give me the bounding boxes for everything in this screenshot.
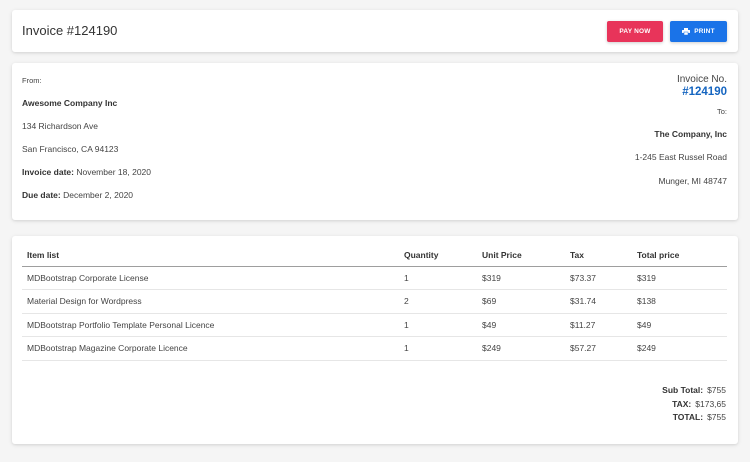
table-header-row: Item list Quantity Unit Price Tax Total … (22, 244, 727, 267)
total-label: TOTAL: (672, 412, 704, 422)
cell-item: Material Design for Wordpress (22, 289, 399, 314)
cell-quantity: 1 (399, 266, 477, 290)
to-address-line2: Munger, MI 48747 (658, 176, 727, 186)
to-company: The Company, Inc (654, 129, 727, 139)
table-row: Material Design for Wordpress 2 $69 $31.… (22, 289, 727, 314)
cell-total-price: $249 (632, 336, 727, 361)
invoice-details-card: From: Awesome Company Inc 134 Richardson… (12, 63, 738, 220)
cell-total-price: $319 (632, 266, 727, 290)
print-label: PRINT (694, 28, 715, 35)
col-header-item: Item list (22, 244, 399, 267)
page-title: Invoice #124190 (22, 23, 118, 38)
cell-unit-price: $69 (477, 289, 565, 314)
table-row: MDBootstrap Magazine Corporate Licence 1… (22, 336, 727, 361)
items-table: Item list Quantity Unit Price Tax Total … (22, 244, 727, 361)
table-row: MDBootstrap Portfolio Template Personal … (22, 313, 727, 337)
to-label: To: (716, 107, 727, 116)
cell-quantity: 2 (399, 289, 477, 314)
cell-total-price: $138 (632, 289, 727, 314)
cell-unit-price: $319 (477, 266, 565, 290)
printer-icon (682, 28, 691, 35)
col-header-tax: Tax (565, 244, 632, 267)
cell-quantity: 1 (399, 336, 477, 361)
from-address-line1: 134 Richardson Ave (22, 121, 98, 131)
subtotal-label: Sub Total: (662, 385, 704, 395)
invoice-items-card: Item list Quantity Unit Price Tax Total … (12, 236, 738, 444)
cell-unit-price: $49 (477, 313, 565, 337)
to-address-line1: 1-245 East Russel Road (634, 152, 727, 162)
cell-tax: $73.37 (565, 266, 632, 290)
tax-value: $173,65 (695, 398, 726, 409)
cell-tax: $31.74 (565, 289, 632, 314)
invoice-number-label: Invoice No. (676, 74, 727, 85)
pay-now-label: PAY NOW (619, 28, 651, 35)
subtotal-value: $755 (707, 385, 726, 395)
tax-label: TAX: (672, 398, 692, 409)
invoice-date: Invoice date: November 18, 2020 (22, 167, 151, 177)
cell-tax: $57.27 (565, 336, 632, 361)
due-date-value: December 2, 2020 (63, 190, 134, 200)
cell-item: MDBootstrap Magazine Corporate Licence (22, 336, 399, 361)
tax-line: TAX: $173,65 (662, 398, 726, 412)
table-row: MDBootstrap Corporate License 1 $319 $73… (22, 266, 727, 290)
totals-summary: Sub Total: $755 TAX: $173,65 TOTAL: $755 (662, 384, 726, 425)
print-button[interactable]: PRINT (670, 21, 727, 42)
pay-now-button[interactable]: PAY NOW (607, 21, 663, 42)
col-header-quantity: Quantity (399, 244, 477, 267)
subtotal-line: Sub Total: $755 (662, 384, 726, 398)
total-value: $755 (707, 412, 726, 422)
invoice-header-bar: Invoice #124190 PAY NOW PRINT (12, 10, 738, 52)
cell-item: MDBootstrap Corporate License (22, 266, 399, 290)
from-address-line2: San Francisco, CA 94123 (22, 144, 119, 154)
col-header-total-price: Total price (632, 244, 727, 267)
due-date: Due date: December 2, 2020 (22, 190, 133, 200)
invoice-date-label: Invoice date: (22, 167, 74, 177)
col-header-unit-price: Unit Price (477, 244, 565, 267)
total-line: TOTAL: $755 (662, 411, 726, 425)
cell-total-price: $49 (632, 313, 727, 337)
cell-tax: $11.27 (565, 313, 632, 337)
cell-item: MDBootstrap Portfolio Template Personal … (22, 313, 399, 337)
invoice-date-value: November 18, 2020 (76, 167, 152, 177)
from-label: From: (22, 76, 42, 85)
due-date-label: Due date: (22, 190, 61, 200)
from-company: Awesome Company Inc (22, 98, 118, 108)
cell-quantity: 1 (399, 313, 477, 337)
cell-unit-price: $249 (477, 336, 565, 361)
invoice-number: #124190 (682, 86, 727, 98)
